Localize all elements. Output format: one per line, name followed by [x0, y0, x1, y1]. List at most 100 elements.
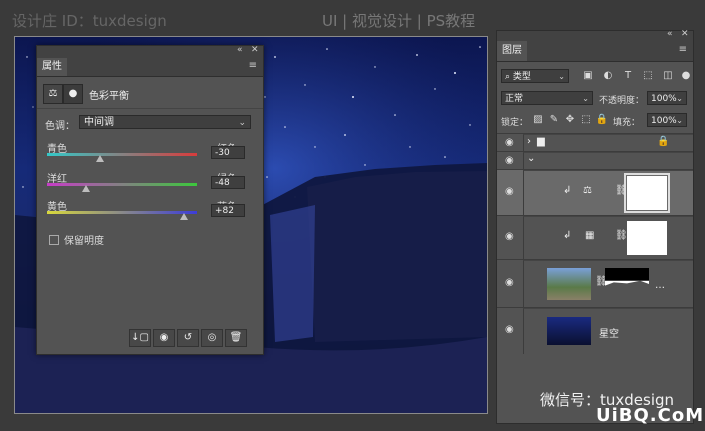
cyan-red-slider[interactable]: 青色 红色 -30	[47, 140, 253, 170]
layer-row-group-open[interactable]: ◉ ⌄	[497, 151, 693, 170]
panel-menu-icon[interactable]: ≡	[679, 44, 687, 55]
color-balance-icon: ⚖	[583, 185, 592, 196]
delete-trash-icon[interactable]: 🗑	[225, 329, 247, 347]
slider-thumb[interactable]	[82, 185, 90, 192]
tutorial-watermark: UI | 视觉设计 | PS教程	[322, 12, 476, 30]
lock-icon: 🔒	[657, 136, 670, 147]
lock-image-icon[interactable]: ✎	[547, 113, 561, 127]
slider-thumb[interactable]	[179, 213, 188, 220]
chevron-down-icon: ⌄	[582, 94, 589, 103]
more-icon: …	[655, 280, 665, 291]
blend-mode-select[interactable]: 正常 ⌄	[501, 91, 593, 105]
layer-row-starry-sky[interactable]: ◉ 星空	[497, 307, 693, 354]
starry-sky-thumbnail[interactable]	[547, 317, 591, 345]
folder-icon: ▆	[537, 136, 545, 147]
color-balance-icon[interactable]: ⚖	[43, 84, 63, 104]
designer-id-watermark: 设计庄 ID：tuxdesign	[12, 12, 167, 30]
properties-panel[interactable]: « ✕ 属性 ≡ ⚖ ● 色彩平衡 色调： 中间调 ⌄ 青色 红色 -30 洋红…	[36, 45, 264, 355]
lock-artboard-icon[interactable]: ⬚	[579, 113, 593, 127]
waterfall-thumbnail[interactable]	[547, 268, 591, 300]
preserve-luminosity[interactable]: 保留明度	[49, 232, 104, 247]
chevron-down-icon: ⌄	[558, 72, 565, 81]
layer-mask-thumbnail[interactable]	[624, 173, 670, 213]
adjustment-header: ⚖ ● 色彩平衡	[43, 84, 257, 104]
layer-row-color-balance[interactable]: ◉ ↲ ⚖ ⛓	[497, 169, 693, 216]
slider-thumb[interactable]	[95, 155, 104, 162]
clip-to-layer-icon[interactable]: ↓▢	[129, 329, 151, 347]
chevron-down-icon: ⌄	[676, 94, 683, 103]
visibility-eye-icon[interactable]: ◉	[505, 231, 514, 242]
tone-select[interactable]: 中间调 ⌄	[79, 115, 251, 129]
chevron-down-icon: ⌄	[676, 116, 683, 125]
visibility-eye-icon[interactable]: ◉	[505, 324, 514, 335]
view-previous-icon[interactable]: ◉	[153, 329, 175, 347]
chevron-down-icon: ⌄	[238, 118, 246, 128]
clipping-arrow-icon: ↲	[563, 230, 572, 241]
visibility-eye-icon[interactable]: ◉	[505, 155, 514, 166]
divider	[37, 108, 263, 109]
slider-track[interactable]	[47, 153, 197, 156]
lock-transparency-icon[interactable]: ▨	[531, 113, 545, 127]
fill-label: 填充：	[613, 118, 641, 128]
lock-label: 锁定：	[501, 118, 529, 128]
divider	[523, 170, 693, 216]
visibility-eye-icon[interactable]: ◉	[505, 186, 514, 197]
tone-row: 色调： 中间调 ⌄	[45, 115, 255, 132]
preserve-luminosity-checkbox[interactable]	[49, 235, 59, 245]
slider-value-field[interactable]: -30	[211, 146, 245, 159]
magenta-green-slider[interactable]: 洋红 绿色 -48	[47, 170, 253, 200]
layer-mask-thumbnail[interactable]	[627, 221, 667, 255]
adjustment-filter-icon[interactable]: ◐	[601, 69, 615, 83]
properties-panel-header[interactable]: « ✕	[37, 45, 263, 58]
visibility-eye-icon[interactable]: ◉	[505, 277, 514, 288]
collapse-icon[interactable]: «	[667, 29, 673, 39]
filter-toggle-icon[interactable]: ●	[679, 69, 693, 83]
blend-mode-value: 正常	[505, 94, 524, 104]
opacity-field[interactable]: 100% ⌄	[647, 91, 687, 105]
slider-value-field[interactable]: -48	[211, 176, 245, 189]
opacity-label: 不透明度：	[599, 96, 645, 106]
layer-row-group-collapsed[interactable]: ◉ › ▆ 🔒	[497, 133, 693, 152]
layer-filter-row: ⌕ 类型 ⌄ ▣ ◐ T ⬚ ◫ ●	[501, 69, 690, 85]
collapse-icon[interactable]: «	[237, 45, 243, 55]
clipping-arrow-icon: ↲	[563, 185, 572, 196]
type-filter-icon[interactable]: T	[621, 69, 635, 83]
layer-row-waterfall[interactable]: ◉ ⛓ …	[497, 259, 693, 308]
lock-all-icon[interactable]: 🔒	[595, 113, 609, 127]
slider-value-field[interactable]: +82	[211, 204, 245, 217]
shape-filter-icon[interactable]: ⬚	[641, 69, 655, 83]
fill-field[interactable]: 100% ⌄	[647, 113, 687, 127]
divider	[523, 216, 693, 260]
tab-properties[interactable]: 属性	[37, 58, 67, 76]
layer-name[interactable]: 星空	[599, 325, 619, 340]
close-icon[interactable]: ✕	[251, 45, 259, 55]
chevron-right-icon[interactable]: ›	[527, 136, 531, 147]
visibility-eye-icon[interactable]: ◉	[505, 137, 514, 148]
close-icon[interactable]: ✕	[681, 29, 689, 39]
divider	[523, 152, 693, 170]
uibq-watermark: UiBQ.CoM	[596, 405, 705, 426]
chevron-down-icon[interactable]: ⌄	[527, 153, 535, 164]
layer-row-gradient-map[interactable]: ◉ ↲ ▦ ⛓	[497, 215, 693, 260]
layer-filter-select[interactable]: ⌕ 类型 ⌄	[501, 69, 569, 83]
adjustment-title: 色彩平衡	[89, 91, 129, 102]
tone-label: 色调：	[45, 121, 75, 132]
lock-position-icon[interactable]: ✥	[563, 113, 577, 127]
visibility-eye-icon[interactable]: ◎	[201, 329, 223, 347]
adjustment-layer-icon: ▦	[585, 230, 595, 241]
slider-track[interactable]	[47, 183, 197, 186]
opacity-value: 100%	[651, 94, 677, 104]
yellow-blue-slider[interactable]: 黄色 蓝色 +82	[47, 198, 253, 228]
smart-object-filter-icon[interactable]: ◫	[661, 69, 675, 83]
lock-row: 锁定： ▨ ✎ ✥ ⬚ 🔒 填充： 100% ⌄	[501, 113, 689, 129]
reset-icon[interactable]: ↺	[177, 329, 199, 347]
tone-value: 中间调	[84, 117, 114, 128]
tab-layers[interactable]: 图层	[497, 41, 527, 61]
slider-track[interactable]	[47, 211, 197, 214]
layer-mask-icon[interactable]: ●	[63, 84, 83, 104]
layers-panel[interactable]: « ✕ 图层 ≡ ⌕ 类型 ⌄ ▣ ◐ T ⬚ ◫ ● 正常 ⌄ 不透明度： 100…	[496, 29, 694, 424]
mask-link-icon: ⛓	[615, 185, 628, 196]
pixel-filter-icon[interactable]: ▣	[581, 69, 595, 83]
panel-menu-icon[interactable]: ≡	[249, 60, 257, 71]
mask-link-icon: ⛓	[615, 230, 628, 241]
